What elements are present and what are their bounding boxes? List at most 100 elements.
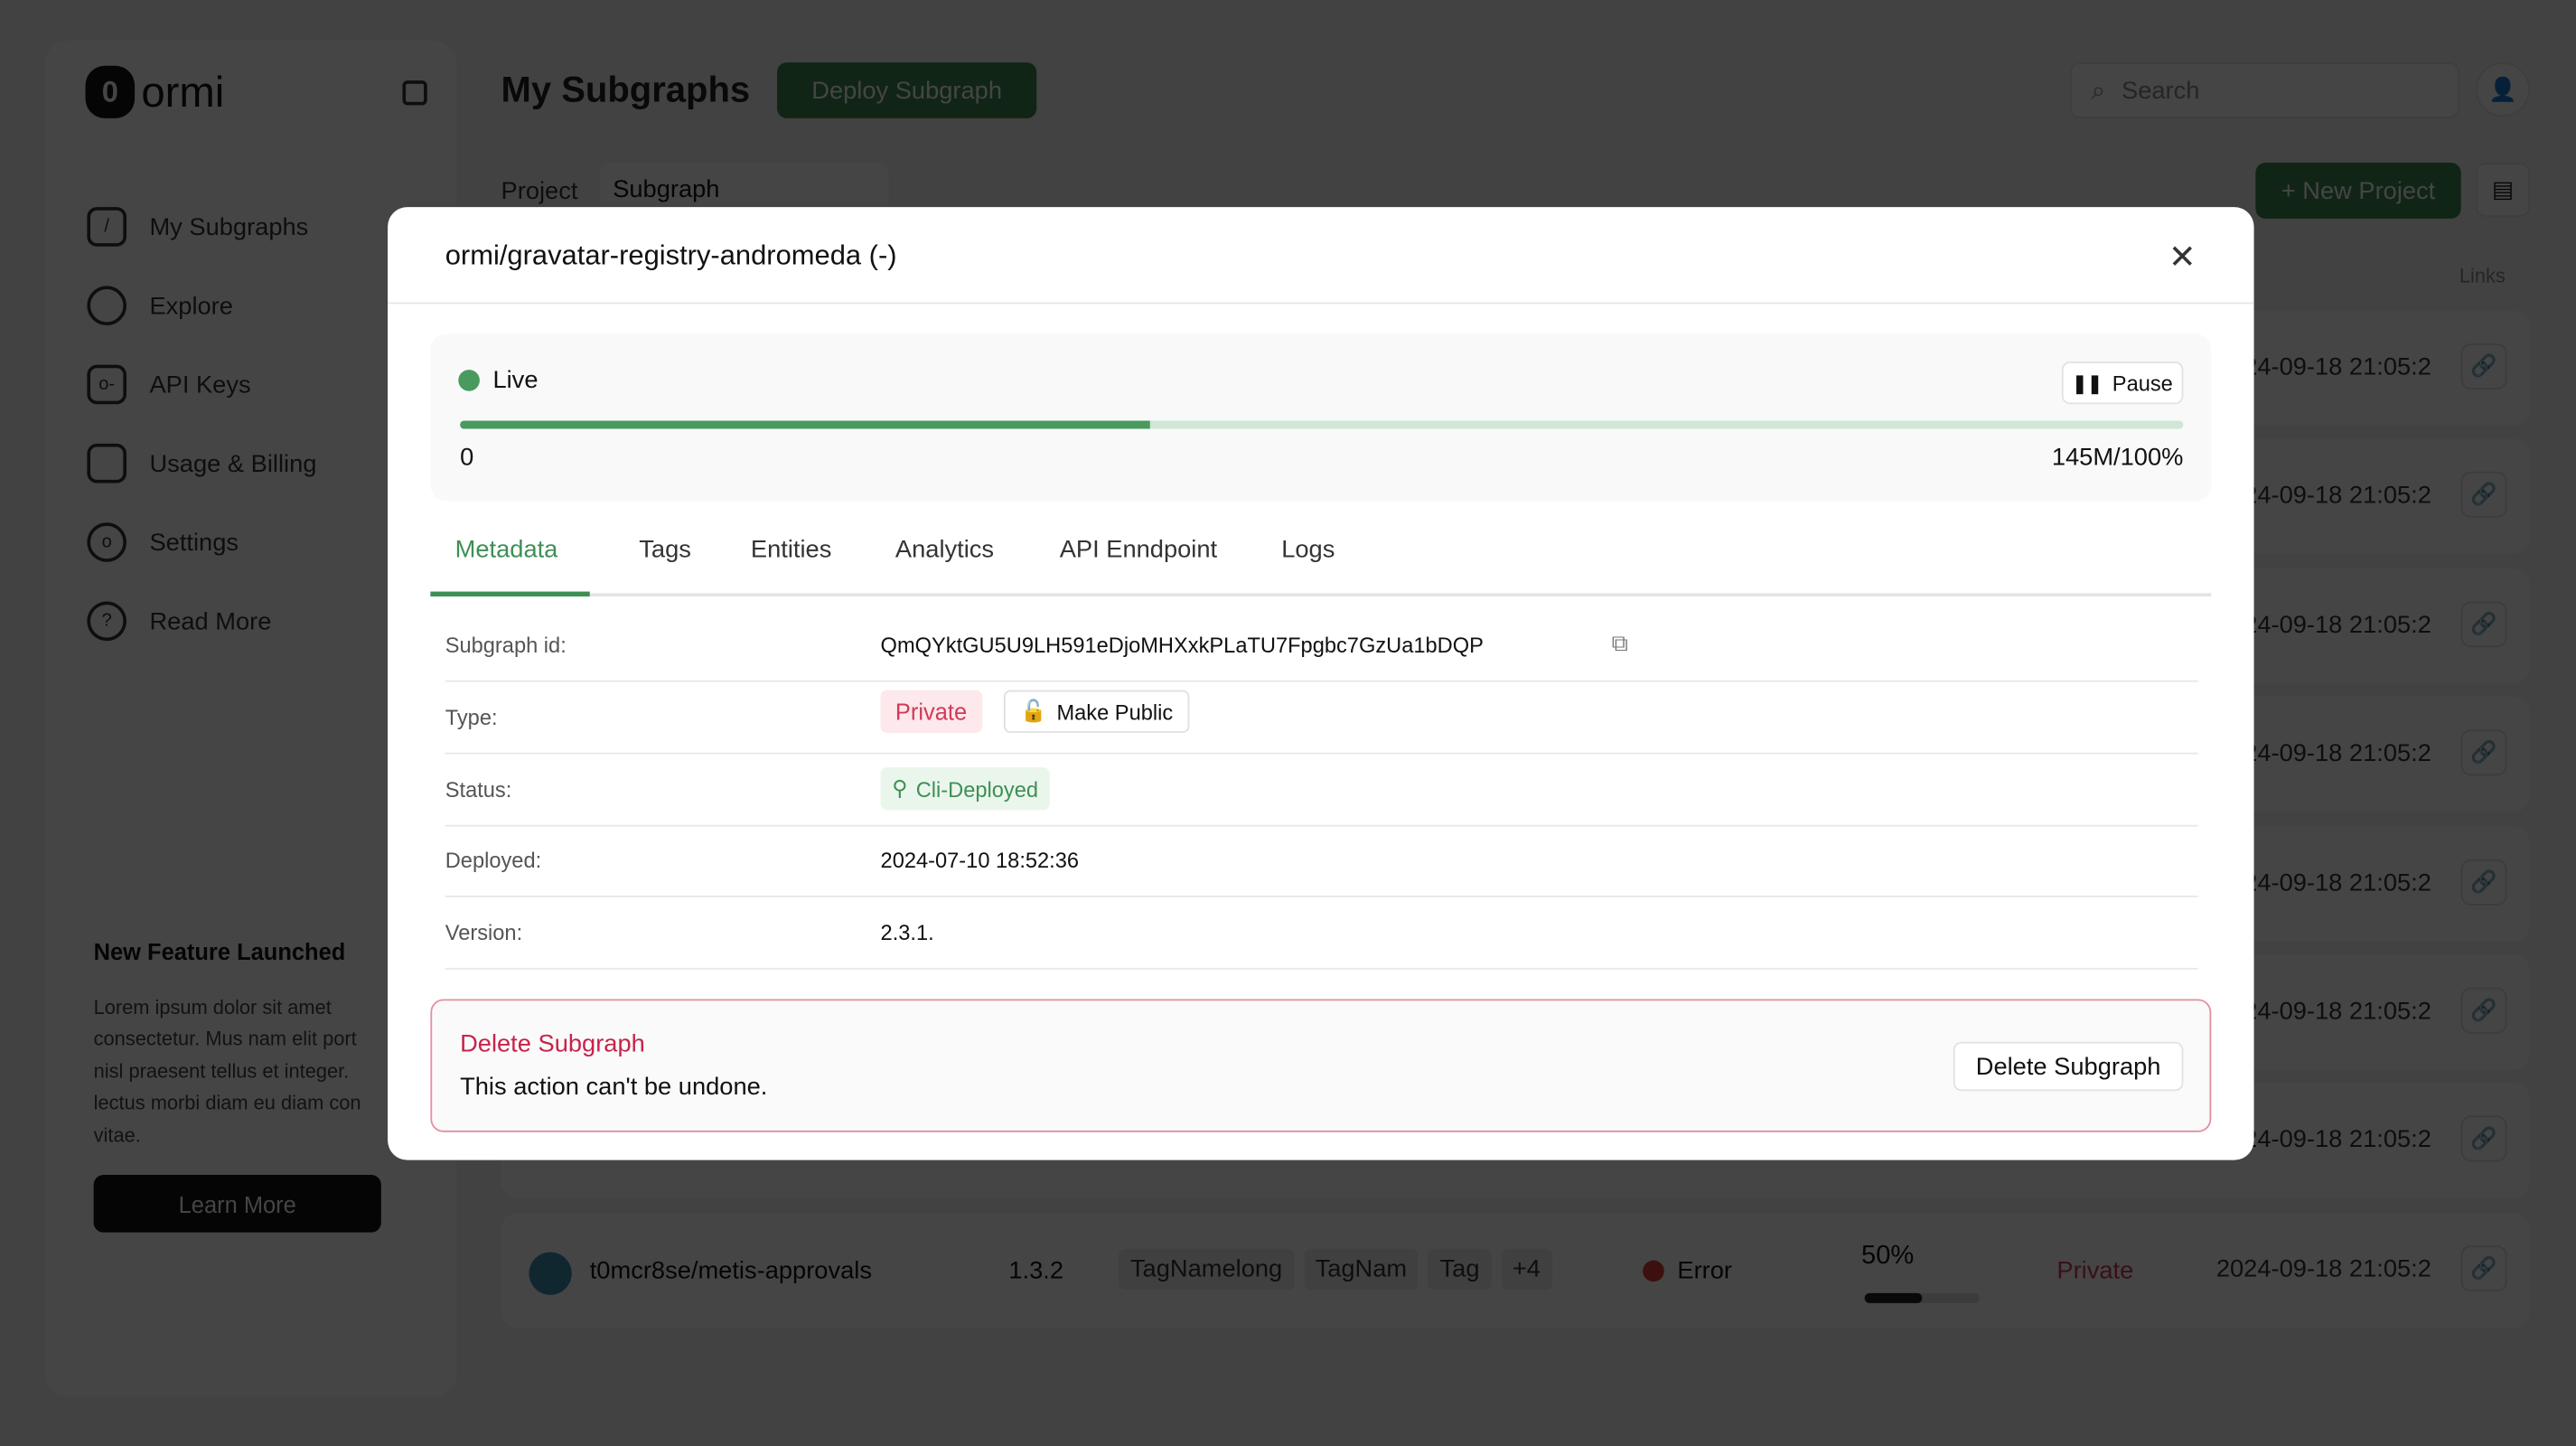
sync-progress-bar bbox=[460, 420, 2184, 429]
link-icon[interactable]: 🔗 bbox=[2460, 1245, 2507, 1292]
meta-row-version: Version: 2.3.1. bbox=[445, 897, 2198, 970]
logo[interactable]: 0 ormi bbox=[85, 65, 225, 118]
sidebar-item-read-more[interactable]: ? Read More bbox=[87, 601, 272, 642]
pause-label: Pause bbox=[2112, 371, 2173, 396]
collapse-sidebar-icon[interactable] bbox=[402, 80, 427, 106]
meta-label: Status: bbox=[445, 777, 512, 803]
version: 1.3.2 bbox=[1008, 1256, 1064, 1285]
nav-label: API Keys bbox=[149, 371, 251, 399]
live-dot-icon bbox=[458, 370, 480, 391]
nav-label: Explore bbox=[149, 291, 233, 320]
logo-mark: 0 bbox=[85, 65, 136, 118]
danger-text: This action can't be undone. bbox=[460, 1073, 768, 1102]
sidebar-item-usage-billing[interactable]: Usage & Billing bbox=[87, 443, 317, 484]
learn-more-button[interactable]: Learn More bbox=[93, 1175, 381, 1233]
link-icon[interactable]: 🔗 bbox=[2460, 601, 2507, 648]
progress-text: 50% bbox=[1861, 1242, 1915, 1271]
type-badge: Private bbox=[2056, 1256, 2134, 1285]
meta-row-type: Type: Private 🔓 Make Public bbox=[445, 682, 2198, 755]
tab-logs[interactable]: Logs bbox=[1281, 536, 1335, 564]
divider bbox=[388, 302, 2254, 305]
deployed-value: 2024-07-10 18:52:36 bbox=[880, 848, 1080, 873]
status-label: Live bbox=[492, 366, 539, 395]
gear-icon: o bbox=[87, 522, 127, 562]
laptop-icon bbox=[87, 443, 127, 484]
nav-label: Read More bbox=[149, 606, 272, 635]
project-label: Project bbox=[501, 177, 578, 206]
progress-bar bbox=[1864, 1292, 1980, 1303]
link-icon[interactable]: 🔗 bbox=[2460, 343, 2507, 390]
subgraph-avatar bbox=[529, 1252, 572, 1295]
deploy-label: Deploy Subgraph bbox=[811, 76, 1003, 105]
tag: TagNamelong bbox=[1119, 1248, 1294, 1291]
danger-zone: Delete Subgraph This action can't be und… bbox=[430, 999, 2212, 1132]
close-icon[interactable]: ✕ bbox=[2169, 237, 2196, 277]
layout-toggle-icon[interactable]: ▤ bbox=[2476, 163, 2531, 218]
sidebar-item-my-subgraphs[interactable]: / My Subgraphs bbox=[87, 207, 308, 247]
cli-deployed-badge: ⚲ Cli-Deployed bbox=[880, 767, 1050, 811]
lock-icon: 🔓 bbox=[1020, 698, 1047, 724]
tab-metadata[interactable]: Metadata bbox=[455, 536, 558, 564]
link-icon[interactable]: 🔗 bbox=[2460, 729, 2507, 776]
search-placeholder: Search bbox=[2122, 76, 2200, 105]
progress-end: 145M/100% bbox=[2051, 443, 2184, 472]
tab-api-endpoint[interactable]: API Enndpoint bbox=[1060, 536, 1217, 564]
subgraph-name[interactable]: t0mcr8se/metis-approvals bbox=[590, 1257, 872, 1285]
copy-icon[interactable]: ⧉ bbox=[1612, 629, 1628, 657]
nav-label: My Subgraphs bbox=[149, 212, 309, 241]
status-error: Error bbox=[1643, 1257, 1732, 1285]
nav-label: Usage & Billing bbox=[149, 449, 317, 478]
status-value: Cli-Deployed bbox=[915, 776, 1039, 802]
tabs: Metadata Tags Entities Analytics API Enn… bbox=[430, 529, 2212, 597]
progress-start: 0 bbox=[460, 443, 474, 472]
tags: TagNamelong TagNam Tag +4 bbox=[1119, 1248, 1552, 1291]
meta-row-deployed: Deployed: 2024-07-10 18:52:36 bbox=[445, 825, 2198, 897]
project-value: Subgraph bbox=[613, 175, 720, 204]
link-icon[interactable]: 🔗 bbox=[2460, 859, 2507, 906]
sidebar-item-api-keys[interactable]: o- API Keys bbox=[87, 364, 251, 405]
logo-text: ormi bbox=[141, 66, 225, 117]
subgraph-modal: ormi/gravatar-registry-andromeda (-) ✕ L… bbox=[388, 207, 2254, 1160]
feature-title: New Feature Launched bbox=[93, 938, 346, 965]
help-icon: ? bbox=[87, 601, 127, 642]
search-input[interactable]: ⌕ Search bbox=[2069, 62, 2459, 118]
error-dot-icon bbox=[1643, 1260, 1664, 1282]
row-date: 2024-09-18 21:05:2 bbox=[2215, 1255, 2431, 1284]
delete-subgraph-button[interactable]: Delete Subgraph bbox=[1953, 1041, 2184, 1092]
links-header: Links bbox=[2459, 264, 2506, 288]
danger-title: Delete Subgraph bbox=[460, 1030, 645, 1058]
sync-status-panel: Live ❚❚ Pause 0 145M/100% bbox=[430, 333, 2212, 502]
meta-row-status: Status: ⚲ Cli-Deployed bbox=[445, 755, 2198, 827]
private-badge: Private bbox=[880, 690, 982, 733]
feature-card: New Feature Launched Lorem ipsum dolor si… bbox=[94, 936, 381, 1151]
meta-label: Type: bbox=[445, 705, 498, 730]
make-public-label: Make Public bbox=[1056, 699, 1174, 724]
sidebar-item-explore[interactable]: Explore bbox=[87, 286, 233, 326]
avatar[interactable]: 👤 bbox=[2476, 62, 2531, 117]
meta-label: Version: bbox=[445, 920, 523, 945]
deploy-icon: ⚲ bbox=[892, 775, 908, 801]
tab-tags[interactable]: Tags bbox=[639, 536, 691, 564]
tab-entities[interactable]: Entities bbox=[751, 536, 831, 564]
modal-title: ormi/gravatar-registry-andromeda (-) bbox=[445, 239, 897, 272]
page-title: My Subgraphs bbox=[501, 69, 751, 110]
sidebar-item-settings[interactable]: o Settings bbox=[87, 522, 239, 562]
meta-label: Subgraph id: bbox=[445, 633, 567, 658]
tab-analytics[interactable]: Analytics bbox=[895, 536, 994, 564]
tag: Tag bbox=[1428, 1248, 1492, 1291]
link-icon[interactable]: 🔗 bbox=[2460, 987, 2507, 1034]
feature-text: Lorem ipsum dolor sit amet consectetur. … bbox=[93, 994, 361, 1147]
make-public-button[interactable]: 🔓 Make Public bbox=[1003, 690, 1190, 733]
deploy-subgraph-button[interactable]: Deploy Subgraph bbox=[777, 62, 1037, 118]
new-project-button[interactable]: + New Project bbox=[2255, 163, 2461, 219]
meta-row-id: Subgraph id: QmQYktGU5U9LH591eDjoMHXxkPL… bbox=[445, 610, 2198, 682]
search-icon: ⌕ bbox=[2091, 76, 2105, 105]
link-icon[interactable]: 🔗 bbox=[2460, 471, 2507, 518]
tag: +4 bbox=[1501, 1248, 1552, 1291]
key-icon: o- bbox=[87, 364, 127, 405]
link-icon[interactable]: 🔗 bbox=[2460, 1115, 2507, 1162]
pause-button[interactable]: ❚❚ Pause bbox=[2061, 362, 2184, 405]
table-row[interactable]: t0mcr8se/metis-approvals 1.3.2 TagNamelo… bbox=[501, 1212, 2531, 1329]
code-icon: / bbox=[87, 207, 127, 247]
active-tab-indicator bbox=[430, 591, 590, 597]
